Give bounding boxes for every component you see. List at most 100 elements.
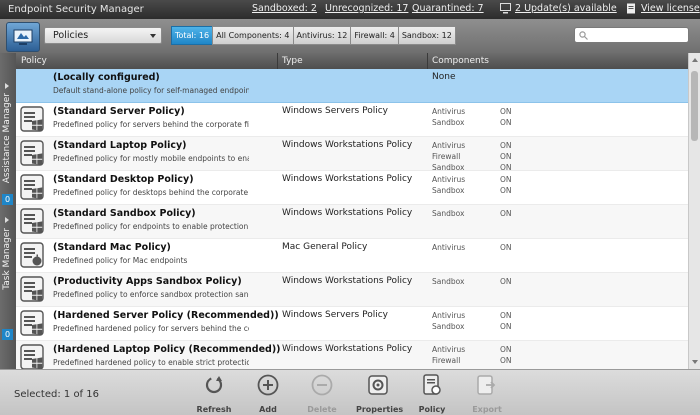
column-divider[interactable] [277,53,278,69]
selection-count: Selected: 1 of 16 [14,389,99,400]
table-row[interactable]: (Standard Server Policy) Predefined polic… [16,103,688,137]
action-label: Delete [307,405,337,414]
action-label: Policy [418,405,446,414]
table-row[interactable]: (Standard Laptop Policy) Predefined polic… [16,137,688,173]
action-label: Add [259,405,277,414]
component-entry: Antivirus ON [432,174,552,185]
policy-name: (Locally configured) [53,72,160,83]
export-icon [477,375,496,395]
component-entry: Antivirus ON [432,140,552,151]
expand-arrow-icon[interactable] [5,217,9,223]
sandboxed-link[interactable]: Sandboxed: 2 [252,3,317,14]
policy-table: Policy Type Components (Locally configur… [16,53,688,369]
component-name: Antivirus [432,243,466,252]
properties-icon [368,375,388,395]
chevron-down-icon [150,34,156,38]
title-bar: Endpoint Security Manager Sandboxed: 2 U… [0,0,700,19]
table-row[interactable]: (Standard Desktop Policy) Predefined poli… [16,171,688,205]
export-button[interactable]: Export [465,374,509,414]
column-header-type[interactable]: Type [282,56,303,66]
delete-button[interactable]: Delete [300,374,344,414]
component-state: ON [500,243,512,252]
search-box[interactable] [574,27,689,43]
policy-button[interactable]: Policy [410,374,454,414]
refresh-button[interactable]: Refresh [192,374,236,414]
search-input[interactable] [591,29,683,41]
policy-type: Windows Servers Policy [282,106,388,116]
action-label: Refresh [196,405,232,414]
vertical-scrollbar[interactable] [688,53,700,369]
filter-tab[interactable]: Firewall: 4 [350,26,399,45]
policy-description: Predefined policy for servers behind the… [53,120,249,129]
component-entry: Firewall ON [432,355,552,366]
policy-name: (Standard Server Policy) [53,106,185,117]
policy-description: Predefined hardened policy for servers b… [53,324,249,333]
components-cell: Antivirus ON Sandbox ON [432,310,552,332]
component-state: ON [500,141,512,150]
column-divider[interactable] [427,53,428,69]
filter-tab[interactable]: Sandbox: 12 [397,26,456,45]
filter-tab[interactable]: Antivirus: 12 [292,26,352,45]
filter-tab[interactable]: All Components: 4 [212,26,294,45]
policy-description: Default stand-alone policy for self-mana… [53,86,249,95]
policy-type: Windows Workstations Policy [282,174,413,184]
policy-type: Windows Servers Policy [282,310,388,320]
component-entry: Sandbox ON [432,117,552,128]
table-row[interactable]: (Productivity Apps Sandbox Policy) Predef… [16,273,688,307]
windows-policy-icon [20,140,44,166]
table-header: Policy Type Components [16,53,688,69]
component-entry: Sandbox ON [432,208,552,219]
components-cell: Antivirus ON Sandbox ON [432,106,552,128]
bottom-bar: Selected: 1 of 16 Refresh Add Delete Proper… [0,369,700,415]
filter-tab[interactable]: Total: 16 [171,26,214,45]
scroll-up-icon[interactable] [692,58,698,62]
policy-name: (Hardened Laptop Policy (Recommended)) [53,344,281,355]
components-cell: Antivirus ON [432,242,552,253]
scroll-down-icon[interactable] [692,360,698,364]
view-select[interactable]: Policies [44,27,162,44]
policy-name: (Productivity Apps Sandbox Policy) [53,276,242,287]
properties-button[interactable]: Properties [356,374,403,414]
assistance-manager-tab[interactable]: Assistance Manager [2,93,12,183]
column-header-policy[interactable]: Policy [21,56,47,66]
table-row[interactable]: (Standard Sandbox Policy) Predefined poli… [16,205,688,239]
component-name: Antivirus [432,175,466,184]
component-state: ON [500,175,512,184]
policy-name: (Hardened Server Policy (Recommended)) [53,310,279,321]
component-state: ON [500,277,512,286]
component-entry: Antivirus ON [432,310,552,321]
windows-policy-icon [20,310,44,336]
quarantined-link[interactable]: Quarantined: 7 [412,3,484,14]
windows-policy-icon [20,344,44,369]
policy-description: Predefined policy for mostly mobile endp… [53,154,249,163]
component-entry: Sandbox ON [432,276,552,287]
components-cell: Antivirus ON Sandbox ON [432,174,552,196]
components-cell: Antivirus ON Firewall ON Sandbox ON [432,140,552,173]
policy-name: (Standard Mac Policy) [53,242,171,253]
task-manager-tab[interactable]: Task Manager [2,228,12,290]
home-button[interactable] [6,22,40,52]
component-entry: Sandbox ON [432,185,552,196]
table-row[interactable]: (Standard Mac Policy) Predefined policy f… [16,239,688,273]
unrecognized-link[interactable]: Unrecognized: 17 [325,3,408,14]
component-name: Antivirus [432,345,466,354]
table-row[interactable]: (Locally configured) Default stand-alone … [16,69,688,103]
view-license-link[interactable]: View license [641,3,700,14]
policy-name: (Standard Laptop Policy) [53,140,187,151]
updates-link[interactable]: 2 Update(s) available [515,3,617,14]
local-config-icon [20,72,44,98]
column-header-components[interactable]: Components [432,56,489,66]
component-name: Antivirus [432,107,466,116]
component-name: Sandbox [432,186,465,195]
components-cell: Antivirus ON Firewall ON [432,344,552,366]
component-name: Sandbox [432,277,465,286]
windows-policy-icon [20,208,44,234]
component-state: ON [500,356,512,365]
table-row[interactable]: (Hardened Server Policy (Recommended)) Pr… [16,307,688,341]
add-button[interactable]: Add [246,374,290,414]
windows-policy-icon [20,106,44,132]
add-icon [257,374,279,396]
expand-arrow-icon[interactable] [5,83,9,89]
table-row[interactable]: (Hardened Laptop Policy (Recommended)) Pr… [16,341,688,369]
scrollbar-thumb[interactable] [691,71,698,141]
